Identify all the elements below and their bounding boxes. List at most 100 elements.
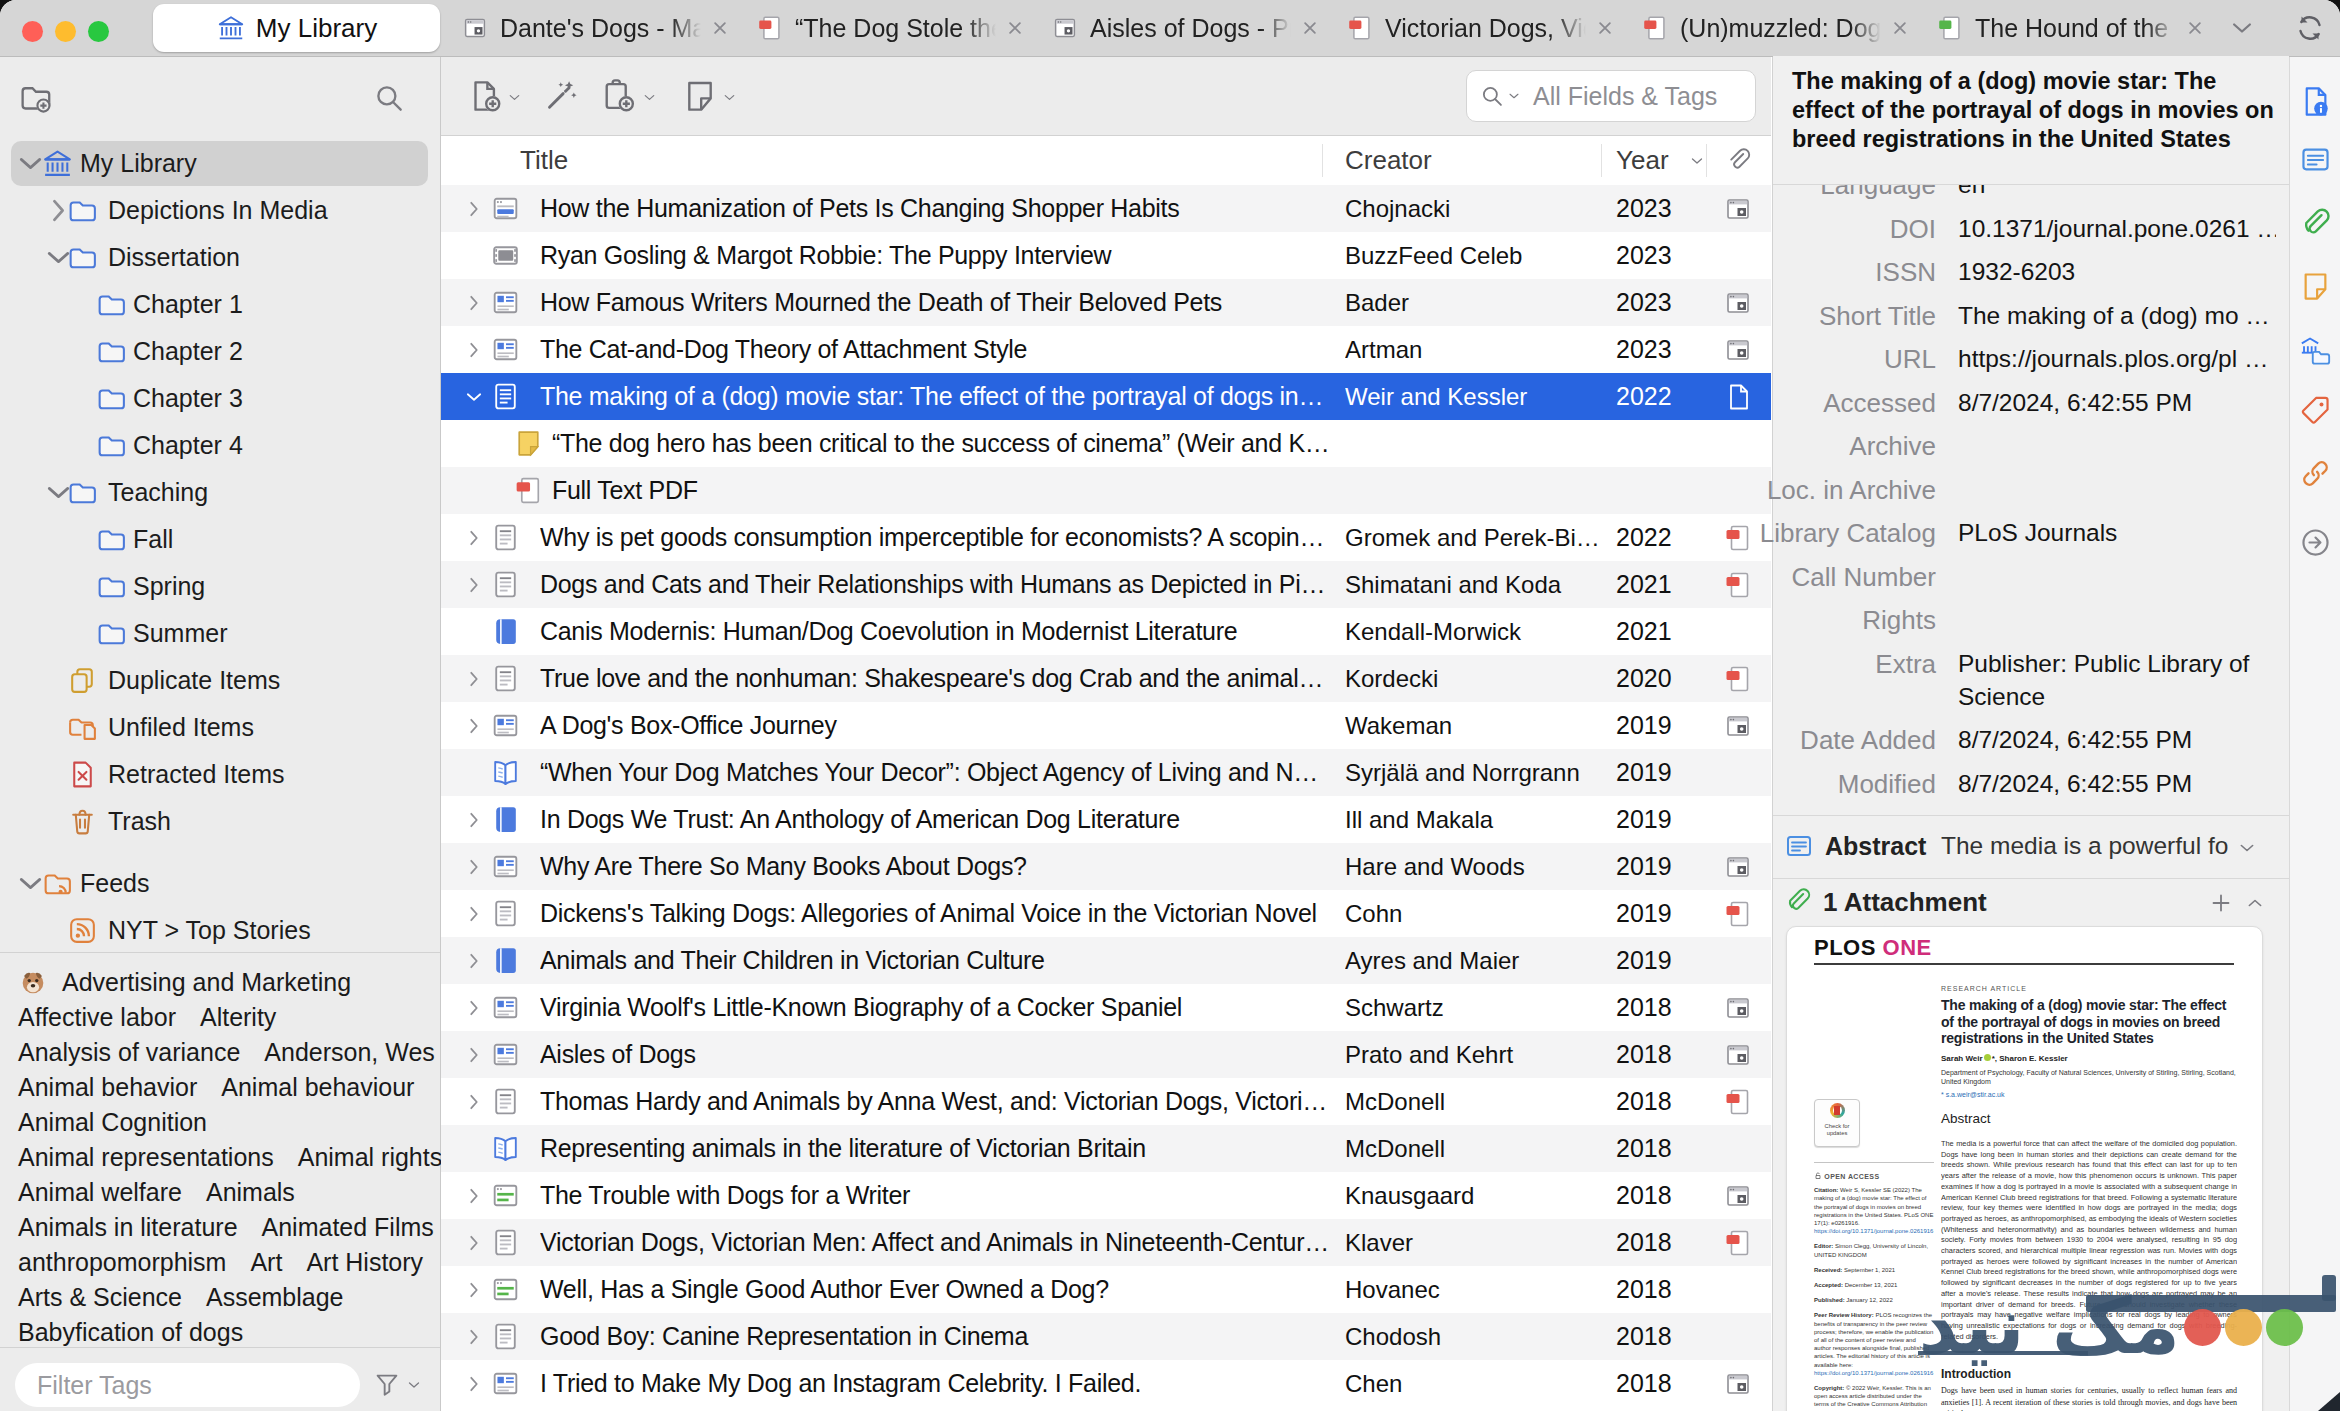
close-tab-icon[interactable] bbox=[1592, 15, 1618, 41]
tab-dante-s-dogs-man[interactable]: Dante's Dogs - Man bbox=[460, 0, 743, 56]
tabs-overflow-chevron-icon[interactable] bbox=[2228, 14, 2256, 42]
item-row[interactable]: Why is pet goods consumption imperceptib… bbox=[441, 514, 1771, 561]
item-row[interactable]: Aisles of DogsPrato and Kehrt2018 bbox=[441, 1031, 1771, 1078]
item-row[interactable]: Ryan Gosling & Margot Robbie: The Puppy … bbox=[441, 232, 1771, 279]
tag[interactable]: Animated Films bbox=[262, 1210, 434, 1245]
item-row[interactable]: Good Boy: Canine Representation in Cinem… bbox=[441, 1313, 1771, 1360]
item-row[interactable]: The making of a (dog) movie star: The ef… bbox=[441, 373, 1771, 420]
item-row[interactable]: The Cat-and-Dog Theory of Attachment Sty… bbox=[441, 326, 1771, 373]
tag[interactable]: Animals bbox=[206, 1175, 295, 1210]
tag-filter-funnel-icon[interactable] bbox=[372, 1369, 402, 1399]
chevron-right-icon[interactable] bbox=[463, 1232, 485, 1254]
chevron-right-icon[interactable] bbox=[463, 339, 485, 361]
collection-unfiled-items[interactable]: Unfiled Items bbox=[0, 704, 440, 751]
tag[interactable]: Art History bbox=[306, 1245, 423, 1280]
close-tab-icon[interactable] bbox=[1002, 15, 1028, 41]
close-tab-icon[interactable] bbox=[1887, 15, 1913, 41]
collection-retracted-items[interactable]: Retracted Items bbox=[0, 751, 440, 798]
item-row[interactable]: Victorian Dogs, Victorian Men: Affect an… bbox=[441, 1219, 1771, 1266]
tag[interactable]: Affective labor bbox=[18, 1000, 176, 1035]
item-row[interactable]: Thomas Hardy and Animals by Anna West, a… bbox=[441, 1078, 1771, 1125]
chevron-right-icon[interactable] bbox=[463, 198, 485, 220]
collection-teaching[interactable]: Teaching bbox=[0, 469, 440, 516]
tab-aisles-of-dogs-pra[interactable]: Aisles of Dogs - Pra bbox=[1050, 0, 1333, 56]
attachments-section-header[interactable]: 1 Attachment bbox=[1773, 879, 2289, 926]
sidenav-related-icon[interactable] bbox=[2298, 456, 2333, 491]
tag[interactable]: Animal welfare bbox=[18, 1175, 182, 1210]
tag-filter-chevron-icon[interactable] bbox=[406, 1377, 422, 1393]
chevron-right-icon[interactable] bbox=[463, 1326, 485, 1348]
sidenav-attachments-icon[interactable] bbox=[2298, 207, 2333, 242]
attachment-preview-card[interactable]: PLOS ONE RESEARCH ARTICLE The making of … bbox=[1786, 926, 2263, 1411]
collections-search-icon[interactable] bbox=[372, 81, 406, 115]
item-title[interactable]: The making of a (dog) movie star: The ef… bbox=[1792, 67, 2282, 154]
search-box[interactable]: All Fields & Tags bbox=[1466, 70, 1756, 122]
add-attachment-plus-icon[interactable] bbox=[2209, 891, 2233, 915]
item-row[interactable]: Well, Has a Single Good Author Ever Owne… bbox=[441, 1266, 1771, 1313]
chevron-right-icon[interactable] bbox=[463, 856, 485, 878]
tag[interactable]: Animal rights bbox=[298, 1140, 443, 1175]
tag[interactable]: Art bbox=[250, 1245, 282, 1280]
chevron-right-icon[interactable] bbox=[463, 574, 485, 596]
column-creator[interactable]: Creator bbox=[1345, 136, 1432, 185]
sidenav-abstract-icon[interactable] bbox=[2298, 142, 2333, 177]
collection-chapter-2[interactable]: Chapter 2 bbox=[0, 328, 440, 375]
tab-my-library[interactable]: My Library bbox=[153, 4, 440, 52]
collection-feeds[interactable]: Feeds bbox=[0, 860, 440, 907]
add-attachment-chevron-icon[interactable] bbox=[642, 90, 657, 105]
new-item-chevron-icon[interactable] bbox=[507, 90, 522, 105]
sidenav-locate-icon[interactable] bbox=[2298, 525, 2333, 560]
chevron-right-icon[interactable] bbox=[463, 809, 485, 831]
chevron-down-icon[interactable] bbox=[463, 386, 485, 408]
collection-chapter-4[interactable]: Chapter 4 bbox=[0, 422, 440, 469]
sidenav-tags-icon[interactable] bbox=[2298, 393, 2333, 428]
tab-the-dog-stole-the[interactable]: “The Dog Stole the bbox=[755, 0, 1038, 56]
item-row[interactable]: In Dogs We Trust: An Anthology of Americ… bbox=[441, 796, 1771, 843]
field-value[interactable]: https://journals.plos.org/pl … bbox=[1958, 342, 2276, 376]
tab-the-hound-of-the-b[interactable]: The Hound of the B bbox=[1935, 0, 2218, 56]
tab-victorian-dogs-vict[interactable]: Victorian Dogs, Vict bbox=[1345, 0, 1628, 56]
tag[interactable]: Animal behaviour bbox=[221, 1070, 414, 1105]
new-note-icon[interactable] bbox=[681, 77, 719, 115]
collection-fall[interactable]: Fall bbox=[0, 516, 440, 563]
field-value[interactable]: 1932-6203 bbox=[1958, 255, 2276, 289]
collection-chapter-3[interactable]: Chapter 3 bbox=[0, 375, 440, 422]
close-window-button[interactable] bbox=[22, 21, 43, 42]
tag[interactable]: Anderson, Wes bbox=[264, 1035, 434, 1070]
collection-summer[interactable]: Summer bbox=[0, 610, 440, 657]
add-by-identifier-wand-icon[interactable] bbox=[540, 77, 578, 115]
new-note-chevron-icon[interactable] bbox=[722, 90, 737, 105]
item-row[interactable]: “When Your Dog Matches Your Decor”: Obje… bbox=[441, 749, 1771, 796]
chevron-right-icon[interactable] bbox=[463, 292, 485, 314]
tag[interactable]: Babyfication of dogs bbox=[18, 1315, 243, 1350]
tag[interactable]: Assemblage bbox=[206, 1280, 344, 1315]
field-value[interactable]: Publisher: Public Library of Science bbox=[1958, 647, 2258, 713]
sidenav-libraries-icon[interactable] bbox=[2298, 333, 2333, 368]
item-row[interactable]: True love and the nonhuman: Shakespeare'… bbox=[441, 655, 1771, 702]
tag[interactable]: Arts & Science bbox=[18, 1280, 182, 1315]
collection-dissertation[interactable]: Dissertation bbox=[0, 234, 440, 281]
collection-nyt-top-stories[interactable]: NYT > Top Stories bbox=[0, 907, 440, 954]
collection-trash[interactable]: Trash bbox=[0, 798, 440, 845]
item-row[interactable]: How the Humanization of Pets Is Changing… bbox=[441, 185, 1771, 232]
field-value[interactable]: 8/7/2024, 6:42:55 PM bbox=[1958, 386, 2276, 420]
field-value[interactable]: 8/7/2024, 6:42:55 PM bbox=[1958, 767, 2276, 801]
tag[interactable]: Alterity bbox=[200, 1000, 276, 1035]
new-item-icon[interactable] bbox=[466, 77, 504, 115]
add-attachment-icon[interactable] bbox=[599, 77, 637, 115]
tag[interactable]: Animal representations bbox=[18, 1140, 274, 1175]
collection-depictions-in-media[interactable]: Depictions In Media bbox=[0, 187, 440, 234]
tag[interactable]: Animal Cognition bbox=[18, 1105, 207, 1140]
item-row[interactable]: Dickens's Talking Dogs: Allegories of An… bbox=[441, 890, 1771, 937]
chevron-right-icon[interactable] bbox=[463, 1044, 485, 1066]
field-value[interactable]: 8/7/2024, 6:42:55 PM bbox=[1958, 723, 2276, 757]
item-row[interactable]: Representing animals in the literature o… bbox=[441, 1125, 1771, 1172]
item-row[interactable]: Virginia Woolf's Little-Known Biography … bbox=[441, 984, 1771, 1031]
filter-tags-input[interactable]: Filter Tags bbox=[15, 1363, 360, 1407]
tag[interactable]: Animals in literature bbox=[18, 1210, 238, 1245]
chevron-right-icon[interactable] bbox=[463, 668, 485, 690]
field-value[interactable]: PLoS Journals bbox=[1958, 516, 2276, 550]
collection-spring[interactable]: Spring bbox=[0, 563, 440, 610]
chevron-right-icon[interactable] bbox=[463, 903, 485, 925]
close-tab-icon[interactable] bbox=[2182, 15, 2208, 41]
